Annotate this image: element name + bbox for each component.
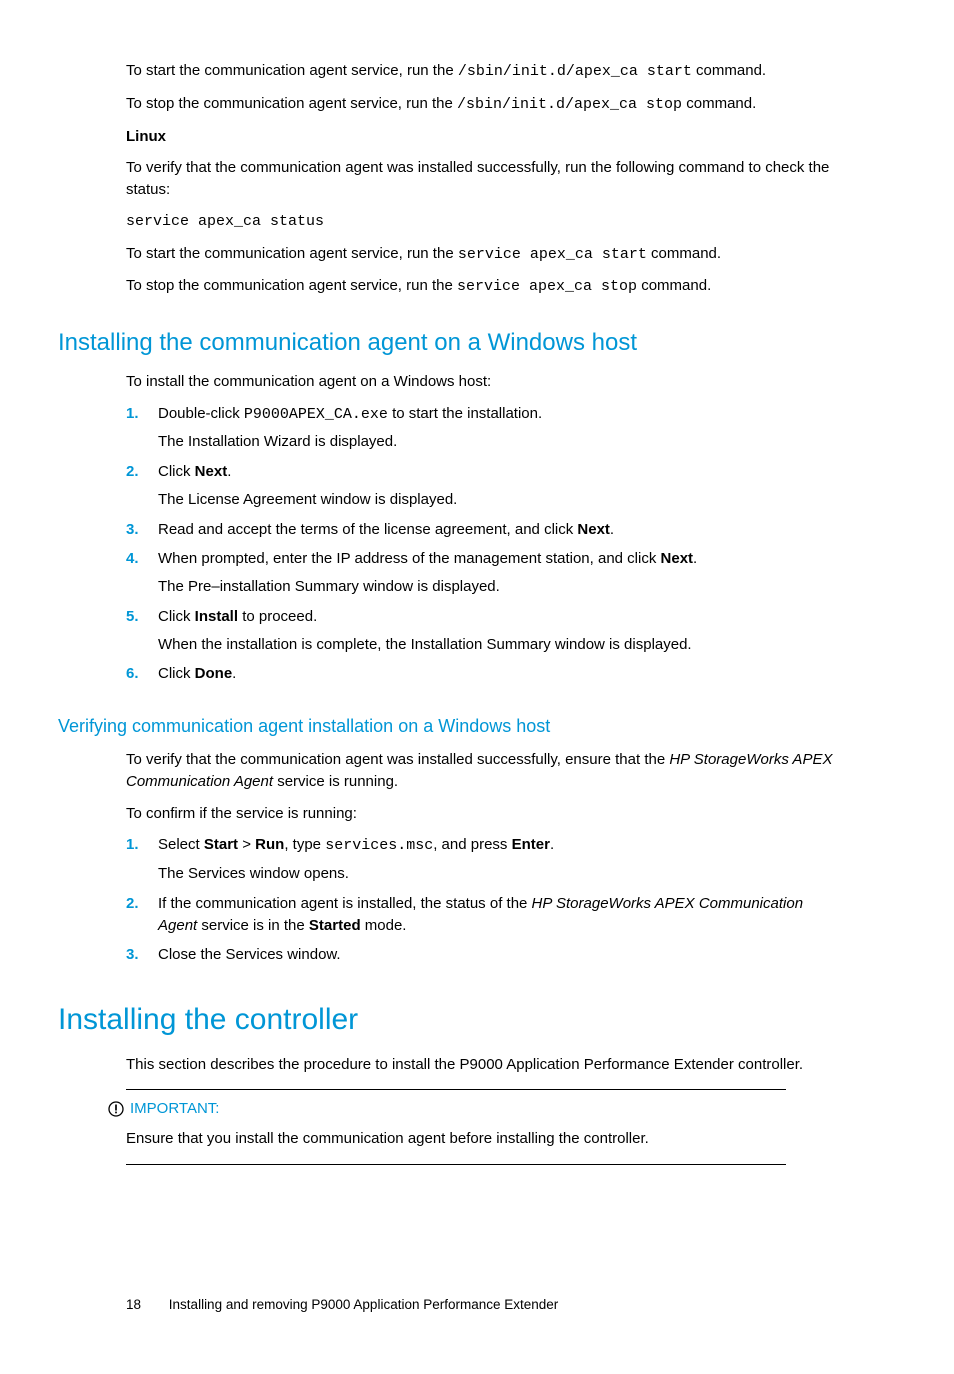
start-line: To start the communication agent service… bbox=[126, 60, 834, 83]
sec2-intro: To verify that the communication agent w… bbox=[126, 749, 834, 793]
important-callout: IMPORTANT: bbox=[108, 1098, 834, 1120]
sec1-steps: 1.Double-click P9000APEX_CA.exe to start… bbox=[126, 403, 834, 686]
callout-rule-top bbox=[126, 1089, 786, 1090]
linux-stop-line: To stop the communication agent service,… bbox=[126, 275, 834, 298]
sec3-intro: This section describes the procedure to … bbox=[126, 1054, 834, 1076]
start-cmd: /sbin/init.d/apex_ca start bbox=[458, 63, 692, 80]
list-item: 1.Double-click P9000APEX_CA.exe to start… bbox=[126, 403, 834, 454]
sec3-body: This section describes the procedure to … bbox=[126, 1054, 834, 1076]
linux-start-line: To start the communication agent service… bbox=[126, 243, 834, 266]
stop-line: To stop the communication agent service,… bbox=[126, 93, 834, 116]
linux-heading: Linux bbox=[126, 126, 834, 148]
important-body: Ensure that you install the communicatio… bbox=[126, 1128, 834, 1150]
list-item: 4.When prompted, enter the IP address of… bbox=[126, 548, 834, 598]
sec2-body: To verify that the communication agent w… bbox=[126, 749, 834, 966]
sec2-confirm: To confirm if the service is running: bbox=[126, 803, 834, 825]
section-heading-verify-windows: Verifying communication agent installati… bbox=[58, 713, 834, 739]
footer-title: Installing and removing P9000 Applicatio… bbox=[169, 1297, 558, 1312]
list-item: 2.If the communication agent is installe… bbox=[126, 893, 834, 937]
important-label: IMPORTANT: bbox=[130, 1098, 219, 1120]
list-item: 5.Click Install to proceed.When the inst… bbox=[126, 606, 834, 656]
linux-verify-text: To verify that the communication agent w… bbox=[126, 157, 834, 201]
section-heading-install-controller: Installing the controller bbox=[58, 998, 834, 1042]
intro-block: To start the communication agent service… bbox=[126, 60, 834, 298]
stop-cmd: /sbin/init.d/apex_ca stop bbox=[457, 96, 682, 113]
list-item: 3.Close the Services window. bbox=[126, 944, 834, 966]
section-heading-install-windows: Installing the communication agent on a … bbox=[58, 326, 834, 361]
sec1-intro: To install the communication agent on a … bbox=[126, 371, 834, 393]
list-item: 6.Click Done. bbox=[126, 663, 834, 685]
list-item: 1.Select Start > Run, type services.msc,… bbox=[126, 834, 834, 885]
list-item: 3.Read and accept the terms of the licen… bbox=[126, 519, 834, 541]
linux-status-cmd: service apex_ca status bbox=[126, 211, 834, 233]
page-footer: 18 Installing and removing P9000 Applica… bbox=[126, 1295, 834, 1315]
sec2-steps: 1.Select Start > Run, type services.msc,… bbox=[126, 834, 834, 966]
important-icon bbox=[108, 1101, 124, 1117]
callout-rule-bottom bbox=[126, 1164, 786, 1165]
page-number: 18 bbox=[126, 1297, 141, 1312]
list-item: 2.Click Next.The License Agreement windo… bbox=[126, 461, 834, 511]
sec1-body: To install the communication agent on a … bbox=[126, 371, 834, 685]
